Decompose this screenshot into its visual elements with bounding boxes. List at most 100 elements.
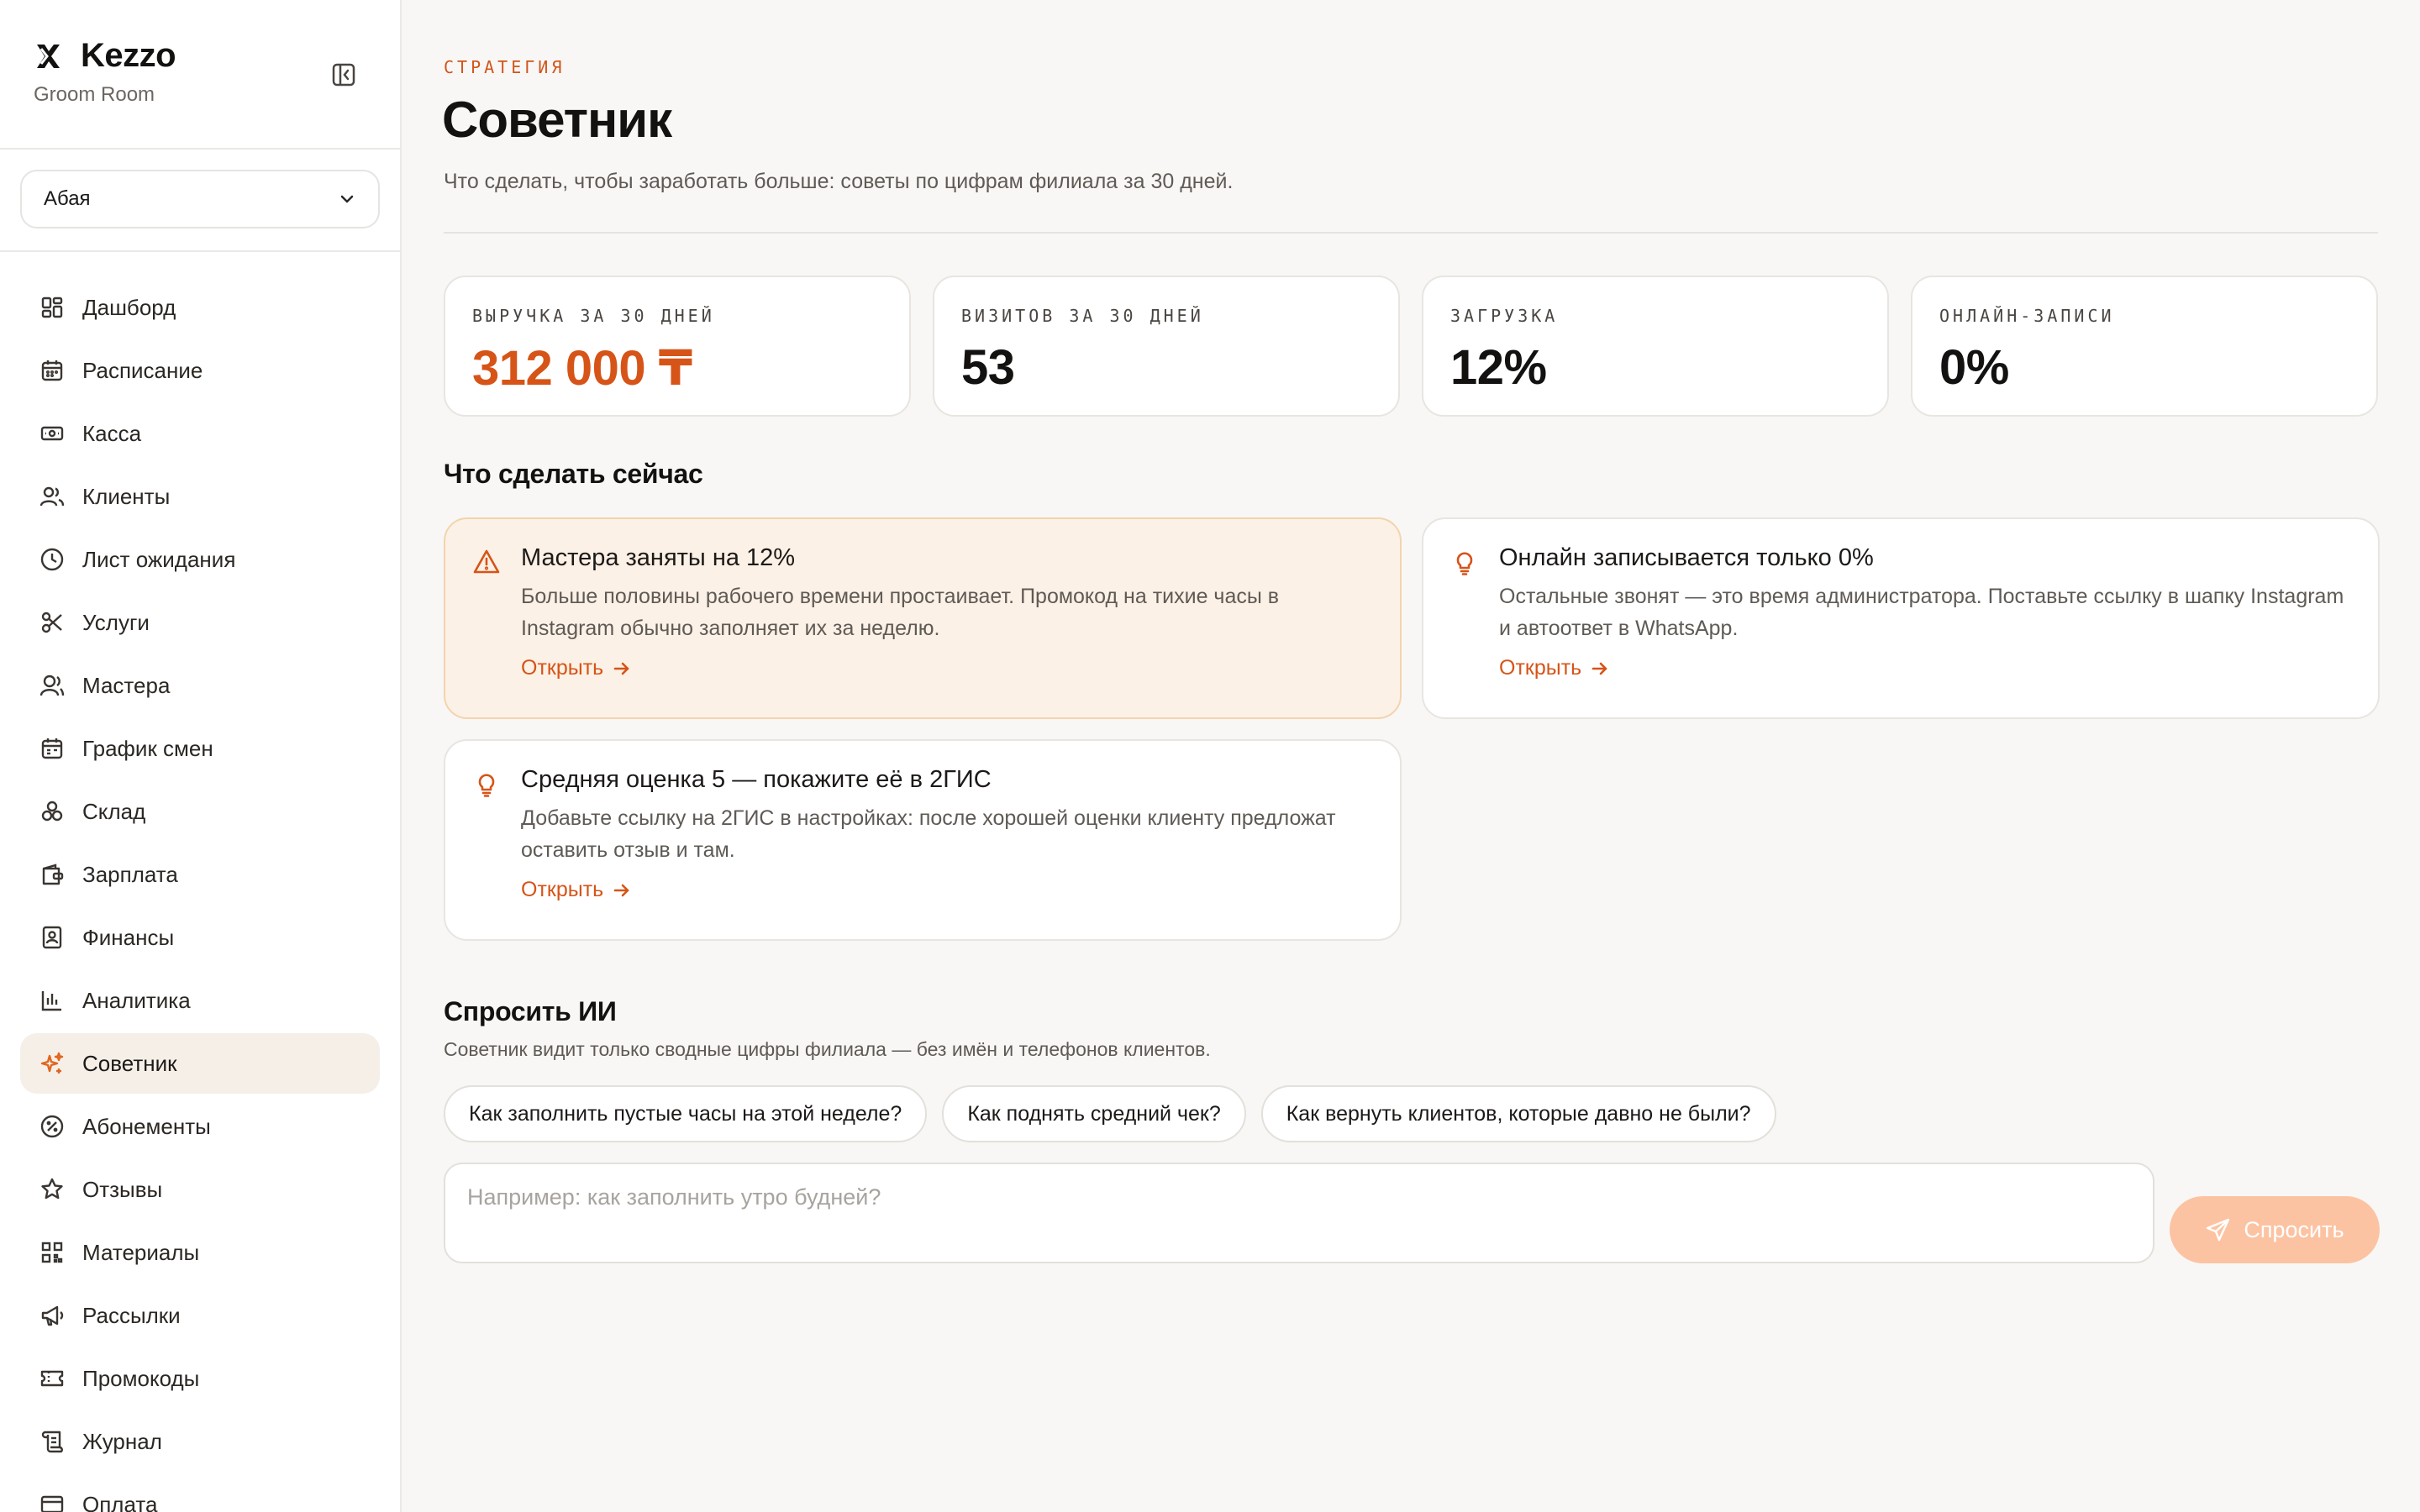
card-icon <box>40 1495 64 1512</box>
brand-subtitle: Groom Room <box>34 83 155 106</box>
arrow-right-icon <box>1591 662 1607 675</box>
sidebar-item-advisor[interactable]: Советник <box>20 1033 380 1094</box>
kpi-card-load: ЗАГРУЗКА 12% <box>1422 276 1889 417</box>
ask-ai-title: Спросить ИИ <box>444 996 617 1026</box>
warehouse-icon <box>41 801 63 822</box>
suggestion-chip[interactable]: Как вернуть клиентов, которые давно не б… <box>1260 1085 1776 1142</box>
ask-ai-button-label: Спросить <box>2244 1216 2344 1242</box>
advice-card-online: Онлайн записывается только 0% Остальные … <box>1422 517 2380 719</box>
advice-card-title: Средняя оценка 5 — покажите её в 2ГИС <box>521 766 992 793</box>
sidebar-item-label: Мастера <box>82 672 171 698</box>
kpi-value: 0% <box>1939 340 2009 395</box>
sidebar-item-label: Финансы <box>82 924 175 950</box>
sidebar-item-materials[interactable]: Материалы <box>20 1222 380 1283</box>
sidebar-item-label: Лист ожидания <box>82 546 236 572</box>
suggestion-chip[interactable]: Как поднять средний чек? <box>942 1085 1246 1142</box>
brand: Kezzo Groom Room <box>34 37 176 107</box>
sidebar-item-payment[interactable]: Оплата <box>20 1474 380 1512</box>
brand-row: Kezzo <box>34 37 176 75</box>
sidebar-item-mailings[interactable]: Рассылки <box>20 1285 380 1346</box>
sidebar-item-analytics[interactable]: Аналитика <box>20 970 380 1031</box>
advice-card-text: Больше половины рабочего времени простаи… <box>521 585 1280 640</box>
page-subtitle: Что сделать, чтобы заработать больше: со… <box>444 170 1234 193</box>
ask-ai-input[interactable] <box>444 1163 2154 1263</box>
branch-select[interactable]: Абая <box>20 170 380 228</box>
suggestion-chip[interactable]: Как заполнить пустые часы на этой неделе… <box>444 1085 928 1142</box>
sidebar-item-dashboard[interactable]: Дашборд <box>20 277 380 338</box>
chevron-down-icon <box>340 195 354 203</box>
clock-icon <box>40 548 64 571</box>
sidebar-item-subscriptions[interactable]: Абонементы <box>20 1096 380 1157</box>
megaphone-icon <box>41 1305 64 1326</box>
sidebar-item-label: Расписание <box>82 357 203 383</box>
lightbulb-icon <box>1456 552 1473 575</box>
sidebar-item-reviews[interactable]: Отзывы <box>20 1159 380 1220</box>
sidebar-item-label: Промокоды <box>82 1365 200 1391</box>
suggestion-chips: Как заполнить пустые часы на этой неделе… <box>444 1085 1776 1142</box>
kpi-card-online-bookings: ОНЛАЙН-ЗАПИСИ 0% <box>1911 276 2378 417</box>
sidebar-item-services[interactable]: Услуги <box>20 592 380 653</box>
lightbulb-icon <box>478 774 495 797</box>
sidebar-item-label: График смен <box>82 735 213 761</box>
advice-open-link[interactable]: Открыть <box>1499 656 1610 680</box>
sidebar-item-journal[interactable]: Журнал <box>20 1411 380 1472</box>
sidebar-collapse-icon <box>332 63 355 87</box>
sidebar-item-label: Аналитика <box>82 987 191 1013</box>
sidebar-item-label: Клиенты <box>82 483 171 509</box>
shift-calendar-icon <box>41 738 63 759</box>
kpi-card-revenue: ВЫРУЧКА ЗА 30 ДНЕЙ 312 000 ₸ <box>444 276 911 417</box>
sidebar-item-label: Материалы <box>82 1239 200 1265</box>
sidebar-item-label: Абонементы <box>82 1113 211 1139</box>
kpi-label: ВИЗИТОВ ЗА 30 ДНЕЙ <box>961 306 1204 326</box>
advice-open-link[interactable]: Открыть <box>521 656 632 680</box>
kpi-label: ОНЛАЙН-ЗАПИСИ <box>1939 306 2115 326</box>
advice-card-title: Мастера заняты на 12% <box>521 544 796 571</box>
sidebar-item-shifts[interactable]: График смен <box>20 718 380 779</box>
sidebar-divider <box>0 148 400 150</box>
sidebar-item-schedule[interactable]: Расписание <box>20 340 380 401</box>
sidebar-nav: Дашборд Расписание Касса Клиенты Лист ож… <box>20 277 380 1512</box>
sidebar-item-clients[interactable]: Клиенты <box>20 466 380 527</box>
kpi-value: 12% <box>1450 340 1547 395</box>
sidebar-item-waitlist[interactable]: Лист ожидания <box>20 529 380 590</box>
chart-icon <box>41 991 61 1011</box>
collapse-sidebar-button[interactable] <box>329 60 358 89</box>
dashboard-icon <box>41 297 63 318</box>
advice-card-text: Добавьте ссылку на 2ГИС в настройках: по… <box>521 806 1336 862</box>
calendar-icon <box>41 360 63 381</box>
advice-card-title: Онлайн записывается только 0% <box>1499 544 1874 571</box>
scissors-icon <box>41 612 62 633</box>
subscription-icon <box>40 1115 64 1138</box>
sidebar-item-masters[interactable]: Мастера <box>20 655 380 716</box>
arrow-right-icon <box>613 884 629 896</box>
wallet-icon <box>42 864 64 885</box>
sparkles-icon <box>40 1052 64 1074</box>
sidebar-item-cash[interactable]: Касса <box>20 403 380 464</box>
arrow-right-icon <box>613 662 629 675</box>
kpi-label: ВЫРУЧКА ЗА 30 ДНЕЙ <box>472 306 715 326</box>
kezzo-logo-icon <box>37 44 60 68</box>
sidebar-item-label: Склад <box>82 798 146 824</box>
header-divider <box>444 232 2378 234</box>
sidebar-item-label: Услуги <box>82 609 150 635</box>
branch-select-value: Абая <box>44 187 91 210</box>
ask-ai-button[interactable]: Спросить <box>2170 1196 2380 1263</box>
warning-icon <box>473 549 500 574</box>
sidebar-item-label: Оплата <box>82 1491 158 1512</box>
sidebar-item-warehouse[interactable]: Склад <box>20 781 380 842</box>
advice-open-link[interactable]: Открыть <box>521 878 632 902</box>
app: Kezzo Groom Room Абая Дашборд Расписание… <box>0 0 2420 1512</box>
advice-card-text: Остальные звонят — это время администрат… <box>1499 585 2344 640</box>
advice-card-load: Мастера заняты на 12% Больше половины ра… <box>444 517 1402 719</box>
sidebar-item-label: Советник <box>82 1050 177 1076</box>
masters-icon <box>39 675 65 696</box>
kpi-value: 53 <box>961 340 1015 395</box>
kpi-card-visits: ВИЗИТОВ ЗА 30 ДНЕЙ 53 <box>933 276 1400 417</box>
cash-icon <box>40 426 64 441</box>
sidebar-item-finance[interactable]: Финансы <box>20 907 380 968</box>
sidebar-item-promocodes[interactable]: Промокоды <box>20 1348 380 1409</box>
advice-open-link-label: Открыть <box>521 878 604 901</box>
brand-name: Kezzo <box>81 37 176 74</box>
sidebar-item-salary[interactable]: Зарплата <box>20 844 380 905</box>
kpi-row: ВЫРУЧКА ЗА 30 ДНЕЙ 312 000 ₸ ВИЗИТОВ ЗА … <box>444 276 2378 417</box>
